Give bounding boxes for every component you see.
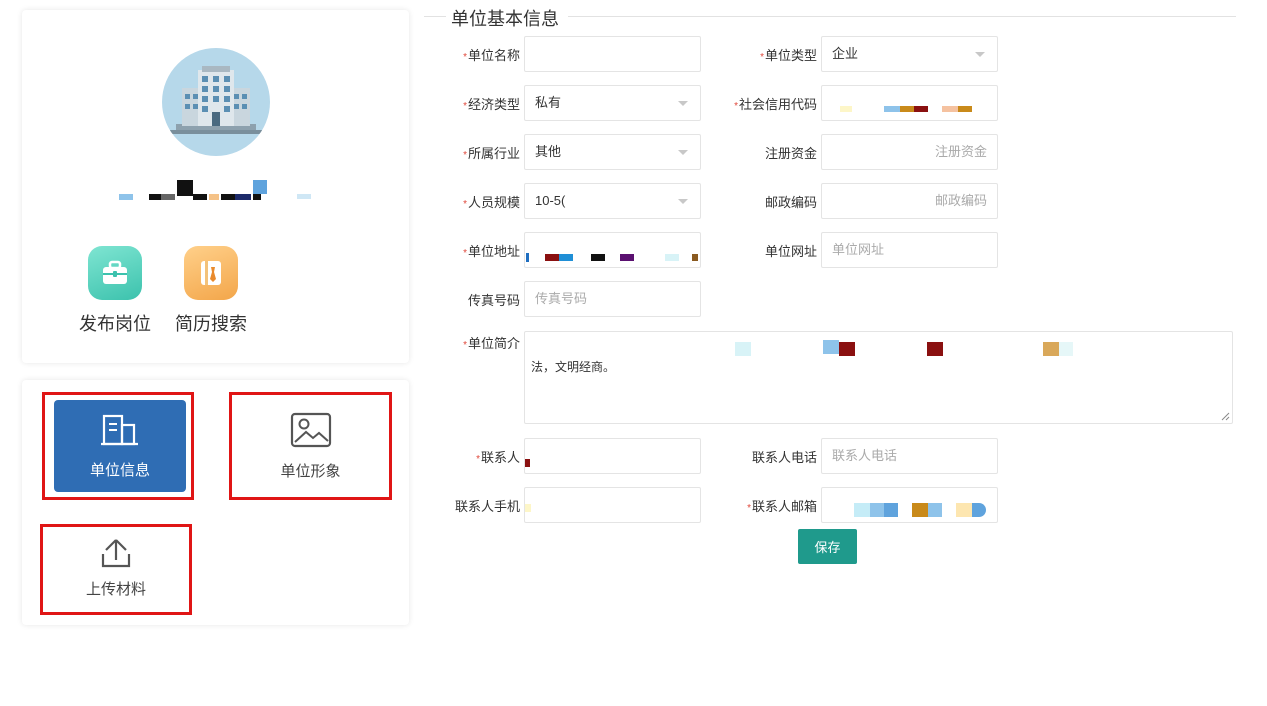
menu-item-upload-materials[interactable]: 上传材料 bbox=[40, 524, 192, 615]
chevron-down-icon bbox=[678, 101, 688, 106]
contact-mobile-input[interactable] bbox=[524, 487, 701, 523]
intro-label: *单位简介 bbox=[400, 333, 520, 352]
menu-item-company-image[interactable]: 单位形象 bbox=[229, 392, 392, 500]
briefcase-icon bbox=[88, 246, 142, 300]
resume-search-button[interactable]: 简历搜索 bbox=[166, 246, 256, 334]
unit-name-label-text: 单位名称 bbox=[467, 48, 520, 63]
resume-search-label: 简历搜索 bbox=[175, 314, 247, 334]
required-mark: * bbox=[734, 101, 738, 112]
contact-input[interactable] bbox=[524, 438, 701, 474]
resize-grip-icon[interactable] bbox=[1221, 412, 1230, 421]
section-title: 单位基本信息 bbox=[451, 5, 565, 31]
menu-item-company-info-label: 单位信息 bbox=[89, 461, 150, 479]
staff-size-label: *人员规模 bbox=[400, 192, 520, 211]
contact-email-input[interactable] bbox=[821, 487, 998, 523]
required-mark: * bbox=[760, 52, 764, 63]
unit-name-label: *单位名称 bbox=[400, 45, 520, 64]
staff-size-value: 10-5( bbox=[535, 193, 566, 208]
economic-type-select[interactable]: 私有 bbox=[524, 85, 701, 121]
address-label-text: 单位地址 bbox=[467, 244, 520, 259]
required-mark: * bbox=[463, 340, 467, 351]
upload-icon bbox=[101, 538, 131, 567]
company-profile-card: 发布岗位 简历搜索 bbox=[22, 10, 409, 363]
resume-book-icon bbox=[184, 246, 238, 300]
required-mark: * bbox=[476, 454, 480, 465]
website-input[interactable]: 单位网址 bbox=[821, 232, 998, 268]
unit-type-value: 企业 bbox=[832, 46, 859, 61]
office-building-icon bbox=[170, 66, 262, 134]
unit-type-label-text: 单位类型 bbox=[764, 48, 817, 63]
industry-label-text: 所属行业 bbox=[467, 146, 520, 161]
required-mark: * bbox=[463, 150, 467, 161]
contact-email-label-text: 联系人邮箱 bbox=[751, 499, 817, 514]
publish-job-label: 发布岗位 bbox=[79, 314, 151, 334]
required-mark: * bbox=[747, 503, 751, 514]
menu-item-company-info[interactable]: 单位信息 bbox=[42, 392, 194, 500]
credit-code-label-text: 社会信用代码 bbox=[738, 97, 817, 112]
intro-text: 法，文明经商。 bbox=[531, 360, 616, 374]
fax-label: 传真号码 bbox=[467, 293, 520, 308]
website-label: 单位网址 bbox=[764, 244, 817, 259]
postal-code-label: 邮政编码 bbox=[764, 195, 817, 210]
section-divider-right bbox=[568, 16, 1236, 17]
company-avatar bbox=[162, 48, 270, 156]
contact-label: *联系人 bbox=[400, 447, 520, 466]
fax-input[interactable]: 传真号码 bbox=[524, 281, 701, 317]
contact-phone-input[interactable]: 联系人电话 bbox=[821, 438, 998, 474]
economic-type-label-text: 经济类型 bbox=[467, 97, 520, 112]
menu-item-upload-materials-body: 上传材料 bbox=[43, 527, 189, 607]
chevron-down-icon bbox=[678, 150, 688, 155]
contact-phone-label: 联系人电话 bbox=[751, 450, 817, 465]
chevron-down-icon bbox=[975, 52, 985, 57]
contact-mobile-label: 联系人手机 bbox=[454, 499, 520, 514]
staff-size-label-text: 人员规模 bbox=[467, 195, 520, 210]
publish-job-button[interactable]: 发布岗位 bbox=[70, 246, 160, 334]
registered-capital-input[interactable]: 注册资金 bbox=[821, 134, 998, 170]
registered-capital-label: 注册资金 bbox=[764, 146, 817, 161]
required-mark: * bbox=[463, 248, 467, 259]
menu-item-company-image-body: 单位形象 bbox=[232, 400, 389, 492]
building-icon bbox=[101, 414, 138, 445]
address-label: *单位地址 bbox=[400, 241, 520, 260]
chevron-down-icon bbox=[678, 199, 688, 204]
unit-name-input[interactable] bbox=[524, 36, 701, 72]
unit-type-label: *单位类型 bbox=[697, 45, 817, 64]
intro-textarea[interactable]: 法，文明经商。 bbox=[524, 331, 1233, 424]
required-mark: * bbox=[463, 199, 467, 210]
industry-label: *所属行业 bbox=[400, 143, 520, 162]
unit-type-select[interactable]: 企业 bbox=[821, 36, 998, 72]
contact-email-label: *联系人邮箱 bbox=[697, 496, 817, 515]
intro-label-text: 单位简介 bbox=[467, 336, 520, 351]
required-mark: * bbox=[463, 101, 467, 112]
company-menu-card: 单位信息 单位形象 上传材料 bbox=[22, 380, 409, 625]
credit-code-label: *社会信用代码 bbox=[697, 94, 817, 113]
credit-code-input[interactable] bbox=[821, 85, 998, 121]
economic-type-value: 私有 bbox=[535, 95, 562, 110]
menu-item-upload-materials-label: 上传材料 bbox=[85, 580, 146, 598]
address-input[interactable] bbox=[524, 232, 701, 268]
required-mark: * bbox=[463, 52, 467, 63]
save-button[interactable]: 保存 bbox=[798, 529, 857, 564]
industry-value: 其他 bbox=[535, 144, 562, 159]
image-icon bbox=[290, 412, 331, 447]
economic-type-label: *经济类型 bbox=[400, 94, 520, 113]
industry-select[interactable]: 其他 bbox=[524, 134, 701, 170]
section-divider-left bbox=[424, 16, 446, 17]
contact-label-text: 联系人 bbox=[480, 450, 520, 465]
staff-size-select[interactable]: 10-5( bbox=[524, 183, 701, 219]
postal-code-input[interactable]: 邮政编码 bbox=[821, 183, 998, 219]
company-name-redacted bbox=[117, 178, 317, 204]
menu-item-company-info-body: 单位信息 bbox=[54, 400, 186, 492]
menu-item-company-image-label: 单位形象 bbox=[280, 462, 341, 480]
